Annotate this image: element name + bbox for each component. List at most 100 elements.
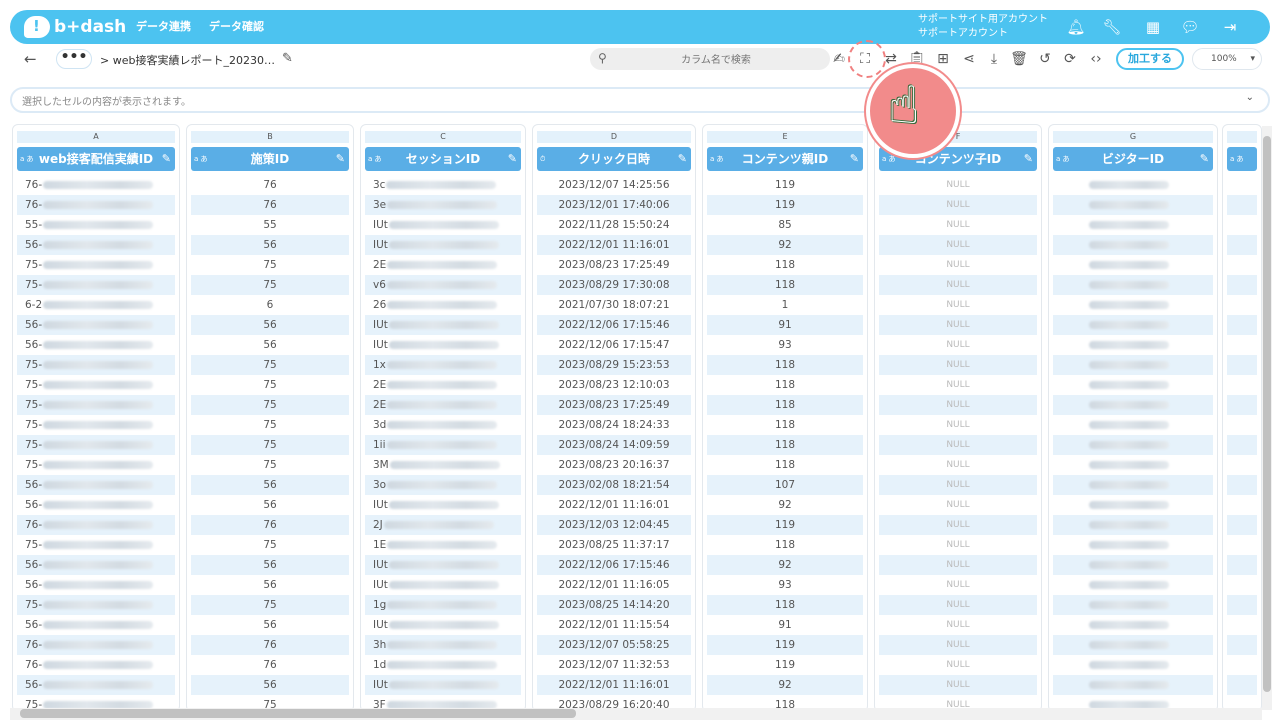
table-cell[interactable]: 3o: [365, 475, 521, 495]
table-cell[interactable]: 76-: [17, 195, 175, 215]
table-cell[interactable]: NULL: [879, 635, 1037, 655]
table-cell[interactable]: 56: [191, 615, 349, 635]
table-cell[interactable]: 2023/08/29 17:30:08: [537, 275, 691, 295]
table-cell[interactable]: [1227, 635, 1257, 655]
table-cell[interactable]: 2022/12/06 17:15:46: [537, 555, 691, 575]
table-cell[interactable]: 75-: [17, 535, 175, 555]
table-cell[interactable]: 75: [191, 535, 349, 555]
vertical-scroll-thumb[interactable]: [1263, 136, 1271, 692]
table-cell[interactable]: [1227, 435, 1257, 455]
table-cell[interactable]: [1053, 215, 1213, 235]
table-cell[interactable]: [1053, 355, 1213, 375]
table-cell[interactable]: 2023/08/23 17:25:49: [537, 255, 691, 275]
table-cell[interactable]: 76: [191, 195, 349, 215]
table-cell[interactable]: 118: [707, 415, 863, 435]
logout-icon[interactable]: ⇥: [1220, 17, 1240, 37]
table-cell[interactable]: 2023/12/07 14:25:56: [537, 175, 691, 195]
code-icon[interactable]: ‹›: [1087, 50, 1105, 68]
grid-menu-icon[interactable]: ▦: [1143, 17, 1163, 37]
table-cell[interactable]: 75-: [17, 595, 175, 615]
table-cell[interactable]: 118: [707, 455, 863, 475]
table-cell[interactable]: 118: [707, 375, 863, 395]
table-cell[interactable]: 118: [707, 535, 863, 555]
table-cell[interactable]: [1227, 535, 1257, 555]
table-cell[interactable]: 2021/07/30 18:07:21: [537, 295, 691, 315]
table-cell[interactable]: 119: [707, 175, 863, 195]
edit-column-icon[interactable]: ✎: [850, 147, 859, 171]
table-cell[interactable]: [1227, 335, 1257, 355]
table-cell[interactable]: IUt: [365, 315, 521, 335]
table-cell[interactable]: NULL: [879, 475, 1037, 495]
table-cell[interactable]: [1053, 655, 1213, 675]
column-search-input[interactable]: [590, 49, 830, 72]
table-cell[interactable]: IUt: [365, 215, 521, 235]
file-refresh-icon[interactable]: ⟳: [1061, 50, 1079, 68]
table-cell[interactable]: NULL: [879, 355, 1037, 375]
table-cell[interactable]: 56: [191, 315, 349, 335]
table-cell[interactable]: IUt: [365, 495, 521, 515]
table-cell[interactable]: 92: [707, 235, 863, 255]
table-cell[interactable]: NULL: [879, 455, 1037, 475]
table-cell[interactable]: 119: [707, 515, 863, 535]
column-letter[interactable]: D: [537, 131, 691, 143]
edit-column-icon[interactable]: ✎: [1200, 147, 1209, 171]
table-cell[interactable]: [1053, 615, 1213, 635]
table-cell[interactable]: [1053, 235, 1213, 255]
table-cell[interactable]: [1227, 415, 1257, 435]
table-cell[interactable]: 85: [707, 215, 863, 235]
table-cell[interactable]: [1227, 455, 1257, 475]
table-cell[interactable]: 2023/08/25 11:37:17: [537, 535, 691, 555]
history-icon[interactable]: ↺: [1036, 50, 1054, 68]
table-cell[interactable]: 75: [191, 375, 349, 395]
table-cell[interactable]: 76-: [17, 635, 175, 655]
table-cell[interactable]: [1053, 455, 1213, 475]
table-cell[interactable]: [1227, 235, 1257, 255]
table-cell[interactable]: [1053, 295, 1213, 315]
table-cell[interactable]: 2022/12/01 11:15:54: [537, 615, 691, 635]
cell-content-bar[interactable]: 選択したセルの内容が表示されます。 ⌄: [10, 87, 1270, 113]
column-letter[interactable]: G: [1053, 131, 1213, 143]
table-cell[interactable]: 2E: [365, 255, 521, 275]
column-header[interactable]: a あ セッションID ✎: [365, 147, 521, 171]
table-cell[interactable]: 56-: [17, 495, 175, 515]
table-cell[interactable]: 3d: [365, 415, 521, 435]
table-cell[interactable]: 119: [707, 655, 863, 675]
table-cell[interactable]: v6: [365, 275, 521, 295]
table-cell[interactable]: NULL: [879, 335, 1037, 355]
table-cell[interactable]: 56-: [17, 555, 175, 575]
table-cell[interactable]: 75: [191, 395, 349, 415]
table-cell[interactable]: 75-: [17, 395, 175, 415]
table-cell[interactable]: [1227, 315, 1257, 335]
table-cell[interactable]: NULL: [879, 615, 1037, 635]
table-cell[interactable]: 76: [191, 655, 349, 675]
table-cell[interactable]: [1227, 655, 1257, 675]
column-search[interactable]: [590, 48, 830, 72]
table-cell[interactable]: 2023/08/23 12:10:03: [537, 375, 691, 395]
table-cell[interactable]: 76-: [17, 515, 175, 535]
wrench-icon[interactable]: 🔧︎: [1102, 17, 1122, 37]
table-cell[interactable]: 2023/08/24 14:09:59: [537, 435, 691, 455]
table-cell[interactable]: 56-: [17, 575, 175, 595]
table-cell[interactable]: [1053, 435, 1213, 455]
table-cell[interactable]: 76: [191, 515, 349, 535]
table-cell[interactable]: 75-: [17, 415, 175, 435]
table-cell[interactable]: IUt: [365, 575, 521, 595]
table-cell[interactable]: [1227, 295, 1257, 315]
table-cell[interactable]: 2022/12/01 11:16:01: [537, 495, 691, 515]
table-cell[interactable]: 2022/12/01 11:16:05: [537, 575, 691, 595]
table-cell[interactable]: NULL: [879, 235, 1037, 255]
table-cell[interactable]: [1053, 595, 1213, 615]
table-cell[interactable]: 26: [365, 295, 521, 315]
table-cell[interactable]: [1053, 335, 1213, 355]
table-cell[interactable]: [1053, 315, 1213, 335]
table-cell[interactable]: 119: [707, 635, 863, 655]
table-cell[interactable]: 75-: [17, 375, 175, 395]
table-cell[interactable]: 56: [191, 675, 349, 695]
table-cell[interactable]: [1227, 255, 1257, 275]
table-cell[interactable]: [1227, 595, 1257, 615]
column-header[interactable]: a あ ビジターID ✎: [1053, 147, 1213, 171]
table-cell[interactable]: 118: [707, 355, 863, 375]
table-cell[interactable]: 2023/08/25 14:14:20: [537, 595, 691, 615]
table-cell[interactable]: 75: [191, 255, 349, 275]
table-cell[interactable]: 118: [707, 435, 863, 455]
